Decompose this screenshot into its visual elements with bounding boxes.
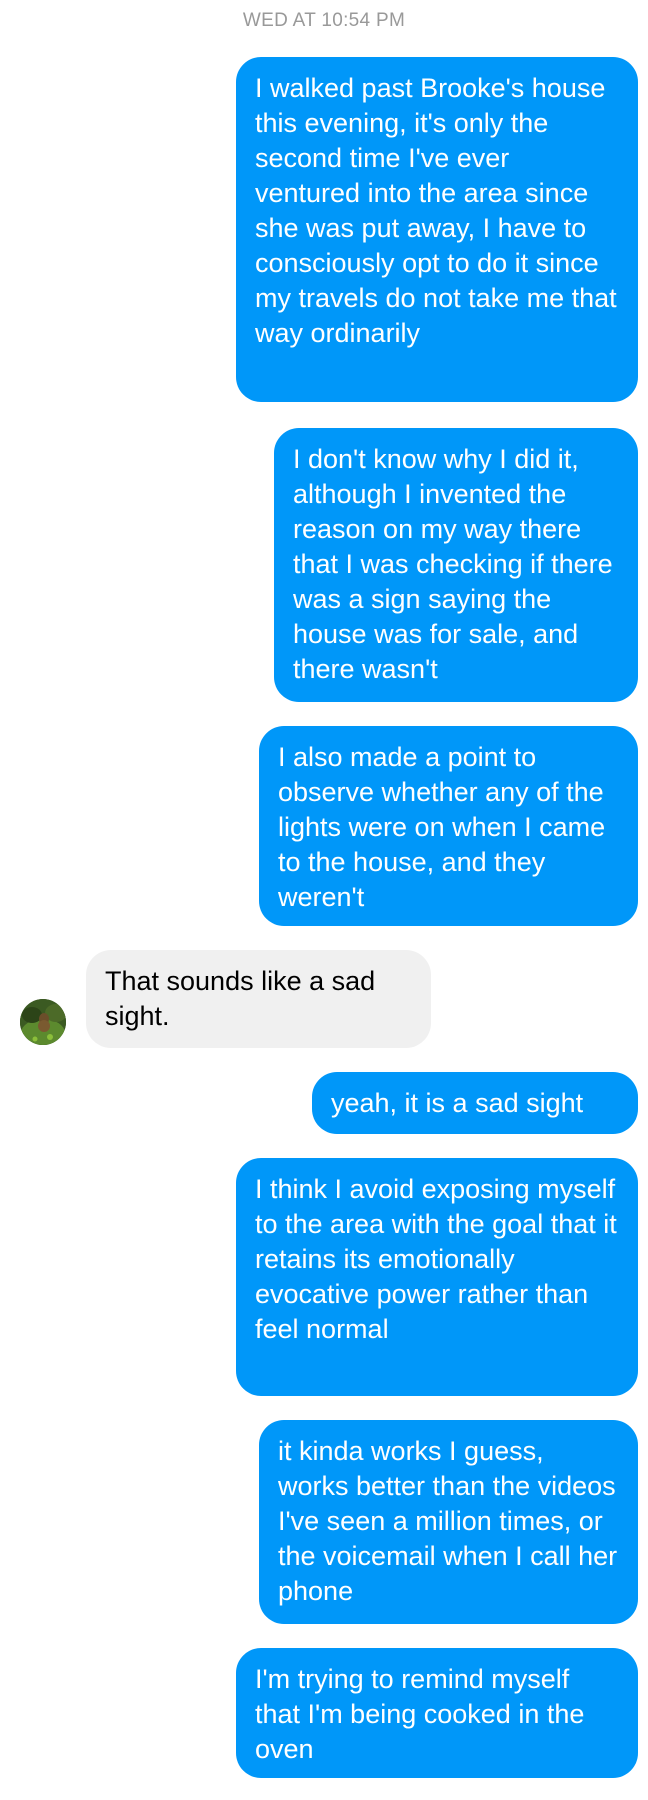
message-bubble-outgoing[interactable]: I walked past Brooke's house this evenin… [236,57,638,402]
message-bubble-incoming[interactable]: That sounds like a sad sight. [86,950,431,1048]
message-bubble-outgoing[interactable]: it kinda works I guess, works better tha… [259,1420,638,1624]
timestamp: WED AT 10:54 PM [242,10,406,31]
message-text: I also made a point to observe whether a… [278,742,606,912]
message-text: it kinda works I guess, works better tha… [278,1436,618,1606]
message-text: That sounds like a sad sight. [105,966,376,1031]
message-text: I don't know why I did it, although I in… [293,444,613,684]
contact-avatar[interactable] [20,999,66,1045]
avatar-photo-icon [20,999,66,1045]
message-bubble-outgoing[interactable]: yeah, it is a sad sight [312,1072,638,1134]
message-text: I walked past Brooke's house this evenin… [255,73,617,348]
message-bubble-outgoing[interactable]: I also made a point to observe whether a… [259,726,638,926]
message-bubble-outgoing[interactable]: I don't know why I did it, although I in… [274,428,638,702]
message-bubble-outgoing[interactable]: I think I avoid exposing myself to the a… [236,1158,638,1396]
message-text: yeah, it is a sad sight [331,1088,584,1118]
message-text: I think I avoid exposing myself to the a… [255,1174,617,1344]
message-bubble-outgoing[interactable]: I'm trying to remind myself that I'm bei… [236,1648,638,1778]
message-text: I'm trying to remind myself that I'm bei… [255,1664,585,1764]
